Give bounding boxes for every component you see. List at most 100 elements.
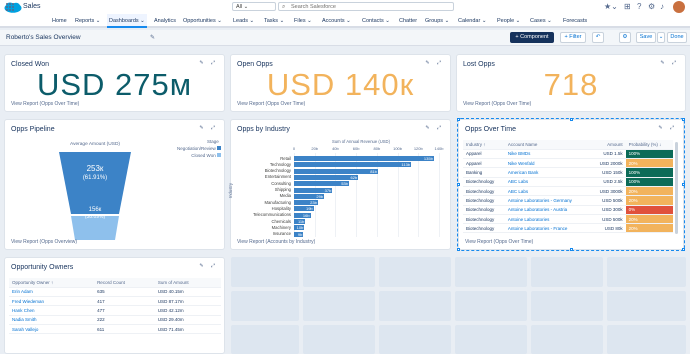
bar[interactable]: 113b <box>294 162 412 168</box>
bar[interactable]: 19b <box>294 206 314 212</box>
bar[interactable]: 16b <box>294 212 311 218</box>
view-report-link[interactable]: View Report (Opps Overview) <box>11 239 77 245</box>
favorites-icon[interactable]: ★⌄ <box>604 2 618 11</box>
column-header[interactable]: Industry ↑ <box>463 140 505 150</box>
opps-by-industry-card[interactable]: Opps by Industry ✎ ⤢ Sum of Annual Reven… <box>228 119 451 250</box>
account-link[interactable]: Nike Wenfald <box>504 158 591 169</box>
done-button[interactable]: Done <box>667 32 687 43</box>
bar[interactable]: 11b <box>294 219 306 224</box>
resize-handle[interactable] <box>457 183 460 186</box>
bar[interactable]: 29b <box>294 193 325 199</box>
nav-item[interactable]: Cases ⌄ <box>528 14 554 28</box>
empty-grid-cell[interactable] <box>607 325 686 354</box>
opps-over-time-card[interactable]: Opps Over Time ✎ ⤢ Industry ↑ Account Na… <box>457 118 685 251</box>
card-edit-icon[interactable]: ✎ ⤢ <box>658 125 677 131</box>
nav-item[interactable]: Calendar ⌄ <box>456 14 488 28</box>
table-row[interactable]: Sarah Vallejo 611 USD 71.45m <box>9 324 221 335</box>
resize-handle[interactable] <box>682 183 685 186</box>
empty-grid-cell[interactable] <box>231 325 299 354</box>
nav-item[interactable]: Dashboards ⌄ <box>107 14 147 28</box>
table-row[interactable]: Hank Chen 477 USD 42.12m <box>9 305 221 316</box>
resize-handle[interactable] <box>457 118 460 121</box>
table-row[interactable]: Biotechnology Antoine Laboratories - Fran… <box>463 223 673 234</box>
notifications-icon[interactable]: ♪ <box>660 2 664 11</box>
nav-item[interactable]: Analytics <box>152 14 178 28</box>
owner-link[interactable]: Fred Wiedeman <box>9 296 95 307</box>
add-component-button[interactable]: + Component <box>510 32 554 43</box>
empty-grid-cell[interactable] <box>379 291 451 321</box>
empty-grid-cell[interactable] <box>231 257 299 287</box>
empty-grid-cell[interactable] <box>531 291 603 321</box>
edit-pencil-icon[interactable]: ✎ <box>150 34 155 41</box>
undo-button[interactable]: ↶ <box>592 32 604 43</box>
table-row[interactable]: Nadia Smith 222 USD 29.40m <box>9 315 221 326</box>
settings-button[interactable]: ⚙ <box>619 32 631 43</box>
nav-item[interactable]: Tasks ⌄ <box>262 14 286 28</box>
nav-item[interactable]: Forecasts <box>561 14 589 28</box>
funnel-segment-negotiation[interactable] <box>59 152 131 214</box>
owner-link[interactable]: Nadia Smith <box>9 315 95 326</box>
column-header[interactable]: Record Count <box>94 278 155 288</box>
card-edit-icon[interactable]: ✎ ⤢ <box>199 125 218 131</box>
table-row[interactable]: Biotechnology Antoine Laboratories - Germ… <box>463 195 673 206</box>
table-row[interactable]: Apparel Nike BMDs USD 1.5k 100% <box>463 149 673 160</box>
empty-grid-cell[interactable] <box>303 291 375 321</box>
account-link[interactable]: Antoine Laboratories <box>504 214 591 225</box>
bar[interactable]: 37b <box>294 187 333 193</box>
resize-handle[interactable] <box>457 248 460 251</box>
lost-opps-card[interactable]: Lost Opps ✎ ⤢ 718 View Report (Opps Over… <box>456 54 686 112</box>
account-link[interactable]: ABC Labs <box>504 177 591 188</box>
view-report-link[interactable]: View Report (Opps Over Time) <box>463 101 531 107</box>
search-scope-select[interactable]: All ⌄ <box>232 2 276 11</box>
search-input[interactable]: ⌕ Search Salesforce <box>278 2 454 11</box>
help-icon[interactable]: ? <box>637 2 641 11</box>
add-icon[interactable]: ⊞ <box>624 2 631 11</box>
setup-icon[interactable]: ⚙ <box>648 2 655 11</box>
account-link[interactable]: Antoine Laboratories - France <box>504 223 591 234</box>
app-launcher-icon[interactable] <box>6 3 14 11</box>
empty-grid-cell[interactable] <box>379 257 451 287</box>
empty-grid-cell[interactable] <box>607 257 686 287</box>
card-edit-icon[interactable]: ✎ ⤢ <box>199 60 218 66</box>
opportunity-owners-card[interactable]: Opportunity Owners ✎ ⤢ Opportunity Owner… <box>4 257 225 354</box>
opps-pipeline-card[interactable]: Opps Pipeline ✎ ⤢ Average Amount (USD) 2… <box>4 119 225 250</box>
table-row[interactable]: Biotechnology ABC Labs USD 2.5k 100% <box>463 177 673 188</box>
nav-item[interactable]: Accounts ⌄ <box>320 14 353 28</box>
bar[interactable]: 10b <box>294 225 305 231</box>
bar[interactable]: 9b <box>294 231 304 237</box>
bar[interactable]: 53b <box>294 181 349 187</box>
table-row[interactable]: Biotechnology Antoine Laboratories - Aust… <box>463 205 673 215</box>
avatar[interactable] <box>673 1 685 13</box>
view-report-link[interactable]: View Report (Opps Over Time) <box>465 239 533 245</box>
view-report-link[interactable]: View Report (Opps Over Time) <box>11 101 79 107</box>
resize-handle[interactable] <box>570 248 573 251</box>
view-report-link[interactable]: View Report (Opps Over Time) <box>237 101 305 107</box>
table-row[interactable]: Apparel Nike Wenfald USD 2000k 20% <box>463 158 673 169</box>
nav-item[interactable]: Reports ⌄ <box>73 14 102 28</box>
empty-grid-cell[interactable] <box>455 325 527 354</box>
account-link[interactable]: Antoine Laboratories - Austria <box>504 205 591 215</box>
empty-grid-cell[interactable] <box>607 291 686 321</box>
empty-grid-cell[interactable] <box>303 257 375 287</box>
owner-link[interactable]: Erin Adam <box>9 287 95 298</box>
nav-item[interactable]: Opportunities ⌄ <box>181 14 224 28</box>
nav-item[interactable]: Contacts ⌄ <box>360 14 392 28</box>
empty-grid-cell[interactable] <box>455 257 527 287</box>
account-link[interactable]: Nike BMDs <box>504 149 591 160</box>
open-opps-card[interactable]: Open Opps ✎ ⤢ USD 140к View Report (Opps… <box>230 54 451 112</box>
view-report-link[interactable]: View Report (Accounts by Industry) <box>237 239 315 245</box>
nav-item[interactable]: People ⌄ <box>495 14 522 28</box>
bar[interactable]: 23b <box>294 200 318 206</box>
nav-item[interactable]: Groups ⌄ <box>423 14 451 28</box>
resize-handle[interactable] <box>570 118 573 121</box>
bar[interactable]: 135b <box>294 156 434 161</box>
resize-handle[interactable] <box>682 248 685 251</box>
resize-handle[interactable] <box>682 118 685 121</box>
empty-grid-cell[interactable] <box>303 325 375 354</box>
nav-item[interactable]: Home <box>50 14 69 28</box>
nav-item[interactable]: Chatter <box>397 14 419 28</box>
bar[interactable]: 81b <box>294 168 378 174</box>
owner-link[interactable]: Hank Chen <box>9 305 95 316</box>
empty-grid-cell[interactable] <box>455 291 527 321</box>
bar[interactable]: 62b <box>294 174 359 180</box>
